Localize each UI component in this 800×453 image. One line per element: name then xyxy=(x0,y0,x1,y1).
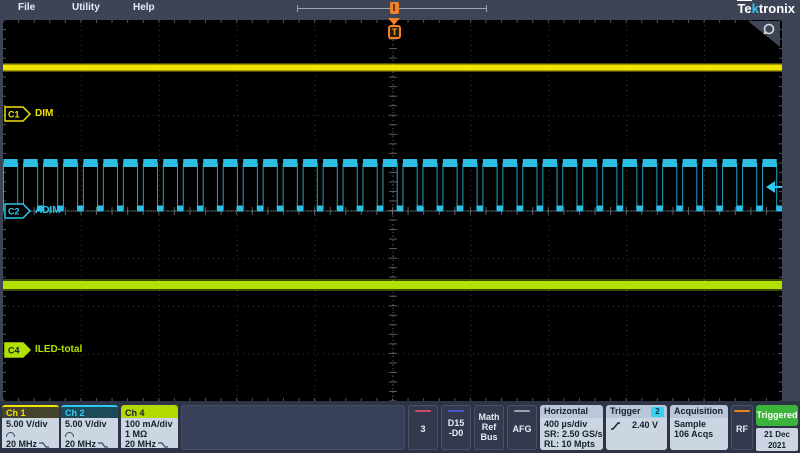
acquisition-count: 106 Acqs xyxy=(674,429,714,439)
digital-group-count: 3 xyxy=(420,424,426,434)
trigger-status-badge: Triggered xyxy=(756,405,798,426)
ref-label: Ref xyxy=(481,422,497,432)
trigger-badge[interactable]: Trigger 2 2.40 V xyxy=(606,405,667,450)
channel4-badge[interactable]: Ch 4 100 mA/div 1 MΩ 20 MHz xyxy=(121,405,178,450)
trigger-level-bar xyxy=(775,186,782,188)
channel1-label: DIM xyxy=(35,108,54,119)
probe-icon xyxy=(6,432,15,438)
horizontal-position-scrollbar[interactable] xyxy=(297,2,487,14)
channel4-label: ILED-total xyxy=(35,344,83,355)
channel1-marker[interactable]: C1 xyxy=(4,106,32,122)
ch1-bandwidth: 20 MHz xyxy=(6,439,38,449)
channel2-badge-title: Ch 2 xyxy=(61,407,118,418)
digital-channels-badge[interactable]: D15 -D0 xyxy=(441,405,471,450)
oscilloscope-app: File Utility Help Tektronix C1 DIM C2 AD… xyxy=(0,0,800,453)
graticule-and-traces xyxy=(3,20,782,401)
horizontal-scale: 400 µs/div xyxy=(544,419,588,429)
acquisition-badge[interactable]: Acquisition Sample 106 Acqs xyxy=(670,405,728,450)
afg-color-line xyxy=(514,410,530,412)
menu-help[interactable]: Help xyxy=(133,2,155,13)
digital-channels-color-line xyxy=(448,410,464,412)
bus-label: Bus xyxy=(480,432,498,442)
status-bar: Ch 1 5.00 V/div 20 MHz Ch 2 5.00 V/div 2… xyxy=(0,401,800,453)
digital-group-color-line xyxy=(415,410,431,412)
trigger-level-triangle xyxy=(766,181,775,193)
waveform-display[interactable]: C1 DIM C2 ADIM C4 ILED-total T xyxy=(3,18,782,401)
trigger-position-marker-icon[interactable] xyxy=(390,2,399,14)
date-label: 21 Dec 2021 xyxy=(764,430,790,450)
channel2-label: ADIM xyxy=(35,205,61,216)
menu-bar: File Utility Help Tektronix xyxy=(0,0,800,17)
channel1-badge[interactable]: Ch 1 5.00 V/div 20 MHz xyxy=(2,405,59,450)
menu-file[interactable]: File xyxy=(18,2,35,13)
tektronix-logo: Tektronix xyxy=(737,0,795,16)
menu-utility[interactable]: Utility xyxy=(72,2,100,13)
trigger-level-value: 2.40 V xyxy=(632,420,659,430)
svg-text:C2: C2 xyxy=(8,207,20,217)
rising-edge-icon xyxy=(611,421,620,430)
badge-tray xyxy=(181,405,405,450)
math-label: Math xyxy=(478,412,500,422)
rf-label: RF xyxy=(736,424,748,434)
ch2-bandwidth: 20 MHz xyxy=(65,439,97,449)
afg-badge[interactable]: AFG xyxy=(507,405,537,450)
ch2-scale: 5.00 V/div xyxy=(65,419,107,429)
channel4-badge-title: Ch 4 xyxy=(121,407,178,418)
trigger-position-arrow-icon[interactable] xyxy=(388,18,400,25)
bw-limit-icon xyxy=(39,441,50,448)
channel1-badge-title: Ch 1 xyxy=(2,407,59,418)
trigger-source-chip: 2 xyxy=(651,407,664,417)
trigger-title: Trigger xyxy=(610,406,641,416)
acquisition-mode: Sample xyxy=(674,419,707,429)
svg-text:C1: C1 xyxy=(8,110,20,120)
trigger-position-flag[interactable]: T xyxy=(388,25,401,39)
horizontal-badge[interactable]: Horizontal 400 µs/div SR: 2.50 GS/s RL: … xyxy=(540,405,603,450)
svg-text:C4: C4 xyxy=(8,346,20,356)
horizontal-title: Horizontal xyxy=(540,405,603,418)
ch4-impedance: 1 MΩ xyxy=(125,429,148,439)
channel2-badge[interactable]: Ch 2 5.00 V/div 20 MHz xyxy=(61,405,118,450)
ch1-scale: 5.00 V/div xyxy=(6,419,48,429)
record-length: RL: 10 Mpts xyxy=(544,439,596,449)
afg-label: AFG xyxy=(512,424,532,434)
channel4-marker[interactable]: C4 xyxy=(4,342,32,358)
trigger-level-arrow-icon[interactable] xyxy=(766,181,782,193)
ch4-scale: 100 mA/div xyxy=(125,419,173,429)
datetime-box: 21 Dec 2021 16:26:23 xyxy=(756,428,798,453)
digital-group-badge[interactable]: 3 xyxy=(408,405,438,450)
acquisition-title: Acquisition xyxy=(670,405,728,418)
rf-color-line xyxy=(734,410,750,412)
channel2-marker[interactable]: C2 xyxy=(4,203,32,219)
bw-limit-icon xyxy=(158,441,169,448)
rf-badge[interactable]: RF xyxy=(731,405,753,450)
math-ref-bus-badge[interactable]: Math Ref Bus xyxy=(474,405,504,450)
ch4-bandwidth: 20 MHz xyxy=(125,439,157,449)
bw-limit-icon xyxy=(98,441,109,448)
probe-icon xyxy=(65,432,74,438)
sample-rate: SR: 2.50 GS/s xyxy=(544,429,603,439)
digital-lo: -D0 xyxy=(448,428,464,438)
digital-hi: D15 xyxy=(447,418,465,428)
